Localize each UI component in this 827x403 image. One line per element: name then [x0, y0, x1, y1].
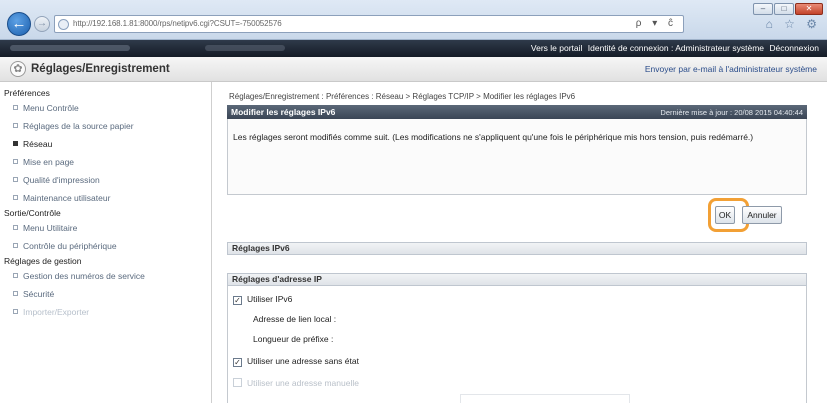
last-update: Dernière mise à jour : 20/08 2015 04:40:… [660, 108, 803, 117]
manual-address-checkbox[interactable] [233, 378, 242, 387]
browser-chrome: – □ ✕ ← → http://192.168.1.81:8000/rps/n… [0, 0, 827, 40]
breadcrumb: Réglages/Enregistrement : Préférences : … [229, 92, 576, 101]
device-name-text [10, 45, 130, 51]
sidebar-group-gestion: Réglages de gestion [4, 256, 82, 266]
address-bar[interactable]: http://192.168.1.81:8000/rps/netipv6.cgi… [54, 15, 684, 33]
sidebar-item-maintenance[interactable]: Maintenance utilisateur [0, 189, 211, 207]
sidebar-item-qualite[interactable]: Qualité d'impression [0, 171, 211, 189]
login-identity: Identité de connexion : Administrateur s… [587, 43, 764, 53]
prefix-length-row: Longueur de préfixe : [233, 334, 333, 344]
main-content: Réglages/Enregistrement : Préférences : … [222, 82, 827, 403]
home-favorites-settings-icons[interactable]: ⌂ ☆ ⚙ [766, 17, 821, 31]
confirmation-panel: Les réglages seront modifiés comme suit.… [227, 119, 807, 195]
confirmation-message: Les réglages seront modifiés comme suit.… [233, 132, 754, 142]
bullet-icon [13, 243, 18, 248]
bullet-icon [13, 195, 18, 200]
device-top-bar: Vers le portail Identité de connexion : … [0, 40, 827, 57]
panel-header: Modifier les réglages IPv6 Dernière mise… [227, 105, 807, 119]
forward-arrow-icon[interactable]: → [34, 16, 50, 32]
sidebar-item-menu-utilitaire[interactable]: Menu Utilitaire [0, 219, 211, 237]
close-button[interactable]: ✕ [795, 3, 823, 15]
logout-link[interactable]: Déconnexion [769, 43, 819, 53]
back-arrow-icon[interactable]: ← [7, 12, 31, 36]
sidebar-item-mise-en-page[interactable]: Mise en page [0, 153, 211, 171]
search-refresh-icons[interactable]: ρ ▾ ĉ [636, 18, 677, 29]
sidebar-item-numeros-service[interactable]: Gestion des numéros de service [0, 267, 211, 285]
link-local-row: Adresse de lien local : [233, 314, 336, 324]
bullet-icon [13, 123, 18, 128]
bullet-icon [13, 309, 18, 314]
sidebar-group-sortie: Sortie/Contrôle [4, 208, 61, 218]
device-location-text [205, 45, 285, 51]
minimize-button[interactable]: – [753, 3, 773, 15]
panel-title: Modifier les réglages IPv6 [231, 107, 336, 117]
bullet-icon [13, 159, 18, 164]
ip-address-fields: ✓ Utiliser IPv6 Adresse de lien local : L… [227, 286, 807, 403]
bullet-icon [13, 105, 18, 110]
sidebar-item-importer-exporter[interactable]: Importer/Exporter [0, 303, 211, 321]
window-controls: – □ ✕ [752, 3, 823, 15]
ok-button[interactable]: OK [715, 206, 735, 224]
prefix-length-label: Longueur de préfixe : [253, 334, 334, 344]
use-ipv6-row[interactable]: ✓ Utiliser IPv6 [233, 294, 292, 305]
bullet-icon [13, 177, 18, 182]
page-title: Réglages/Enregistrement [31, 63, 170, 75]
stateless-address-label: Utiliser une adresse sans état [247, 356, 359, 366]
stateless-address-row[interactable]: ✓ Utiliser une adresse sans état [233, 356, 359, 367]
use-ipv6-label: Utiliser IPv6 [247, 294, 293, 304]
section-ip-address-settings: Réglages d'adresse IP [227, 273, 807, 286]
site-icon [58, 19, 69, 30]
sidebar-item-source-papier[interactable]: Réglages de la source papier [0, 117, 211, 135]
bullet-icon [13, 225, 18, 230]
settings-registration-icon: ✿ [10, 61, 26, 77]
sidebar-item-controle-peripherique[interactable]: Contrôle du périphérique [0, 237, 211, 255]
use-ipv6-checkbox[interactable]: ✓ [233, 296, 242, 305]
sidebar-group-preferences: Préférences [4, 88, 50, 98]
maximize-button[interactable]: □ [774, 3, 794, 15]
address-url[interactable]: http://192.168.1.81:8000/rps/netipv6.cgi… [73, 19, 282, 28]
email-admin-link[interactable]: Envoyer par e-mail à l'administrateur sy… [645, 64, 817, 74]
section-ipv6-settings: Réglages IPv6 [227, 242, 807, 255]
link-local-label: Adresse de lien local : [253, 314, 337, 324]
manual-address-row[interactable]: Utiliser une adresse manuelle [233, 378, 359, 388]
cancel-button[interactable]: Annuler [742, 206, 782, 224]
manual-address-label: Utiliser une adresse manuelle [247, 378, 359, 388]
manual-address-input[interactable] [460, 394, 630, 403]
sidebar-item-securite[interactable]: Sécurité [0, 285, 211, 303]
page-header: ✿ Réglages/Enregistrement Envoyer par e-… [0, 57, 827, 82]
bullet-icon [13, 273, 18, 278]
sidebar-item-menu-controle[interactable]: Menu Contrôle [0, 99, 211, 117]
sidebar: Préférences Menu Contrôle Réglages de la… [0, 82, 212, 403]
stateless-address-checkbox[interactable]: ✓ [233, 358, 242, 367]
bullet-icon [13, 291, 18, 296]
portal-link[interactable]: Vers le portail [531, 43, 583, 53]
sidebar-item-reseau[interactable]: Réseau [0, 135, 211, 153]
bullet-icon [13, 141, 18, 146]
